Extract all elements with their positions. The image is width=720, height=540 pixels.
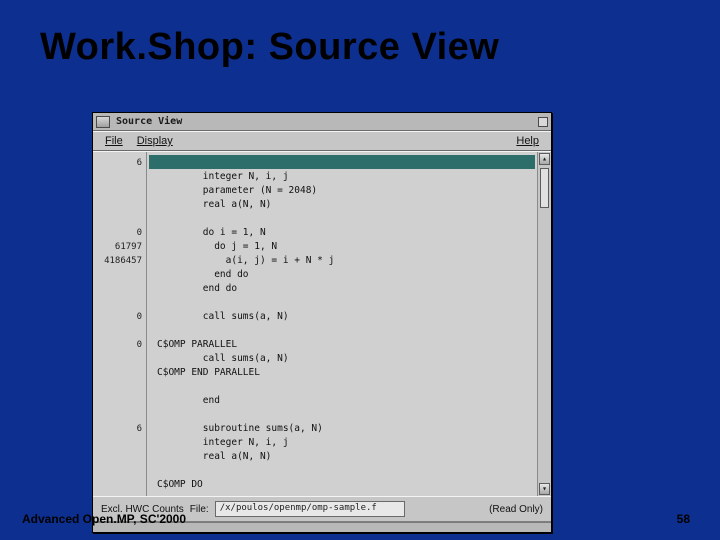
window-title: Source View xyxy=(116,116,538,127)
source-code: program sample integer N, i, j parameter… xyxy=(157,156,531,492)
annotation-gutter: 6 0 61797 4186457 0 0 6 xyxy=(93,152,147,496)
current-line-highlight xyxy=(149,155,535,169)
scroll-down-icon[interactable]: ▾ xyxy=(539,483,550,495)
footer-left: Advanced Open.MP, SC'2000 xyxy=(22,512,186,526)
slide-title: Work.Shop: Source View xyxy=(40,26,499,69)
readonly-badge: (Read Only) xyxy=(489,504,543,515)
vertical-scrollbar[interactable]: ▴ ▾ xyxy=(537,152,551,496)
file-label: File: xyxy=(190,504,209,515)
source-view-window: Source View File Display Help 6 0 61797 … xyxy=(92,112,552,533)
minimize-icon[interactable] xyxy=(538,117,548,127)
menu-display[interactable]: Display xyxy=(137,135,173,147)
code-viewport[interactable]: program sample integer N, i, j parameter… xyxy=(147,152,537,496)
code-area: 6 0 61797 4186457 0 0 6 program sample i… xyxy=(93,151,551,496)
scroll-thumb[interactable] xyxy=(540,168,549,208)
scroll-up-icon[interactable]: ▴ xyxy=(539,153,550,165)
menu-file[interactable]: File xyxy=(105,135,123,147)
menu-help[interactable]: Help xyxy=(516,135,539,147)
page-number: 58 xyxy=(677,512,690,526)
titlebar[interactable]: Source View xyxy=(93,113,551,131)
file-path-field[interactable]: /x/poulos/openmp/omp-sample.f xyxy=(215,501,405,517)
menubar: File Display Help xyxy=(93,131,551,151)
system-menu-icon[interactable] xyxy=(96,116,110,128)
